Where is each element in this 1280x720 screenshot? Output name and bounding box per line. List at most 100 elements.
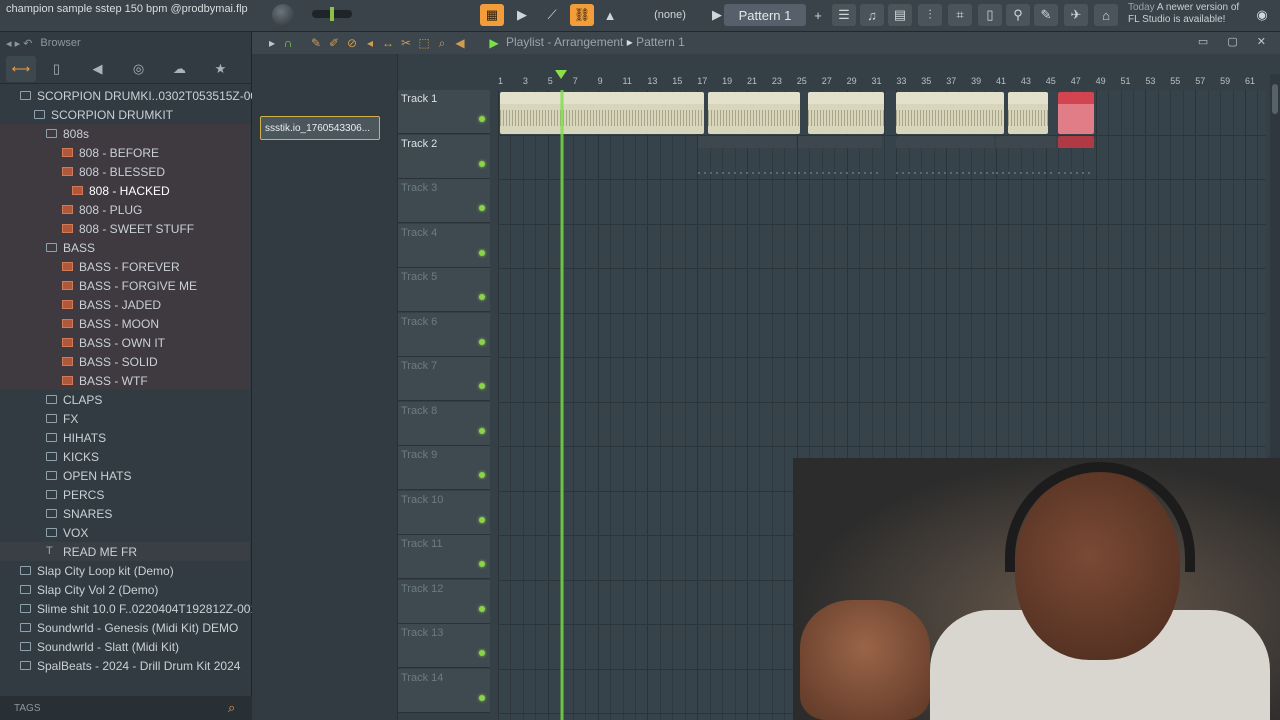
audio-clip[interactable]: ssstik_3306589 — [808, 92, 884, 134]
audio-clip[interactable]: ssstik.io_543306589 — [896, 92, 1004, 134]
track-mute-led-icon[interactable] — [479, 116, 485, 122]
audio-clip[interactable]: ss..589 — [1008, 92, 1048, 134]
master-pitch-slider[interactable] — [312, 7, 352, 21]
track-mute-led-icon[interactable] — [479, 338, 485, 345]
browser-item[interactable]: HIHATS — [0, 428, 250, 447]
play-button-icon[interactable]: ▶ — [510, 4, 534, 26]
playhead[interactable] — [560, 90, 564, 720]
piano-roll-icon[interactable]: ♫ — [860, 4, 884, 26]
channel-rack-icon[interactable]: ▤ — [888, 4, 912, 26]
track-header[interactable]: Track 8 — [398, 401, 490, 446]
update-notice[interactable]: Today A newer version of FL Studio is av… — [1128, 2, 1246, 26]
search-icon[interactable]: ⌕ — [228, 700, 244, 716]
mute-tool-icon[interactable]: ◂ — [362, 35, 378, 51]
plugins-tab-icon[interactable]: ◎ — [118, 56, 159, 82]
browser-item[interactable]: Soundwrld - Genesis (Midi Kit) DEMO — [0, 618, 250, 637]
browser-item[interactable]: BASS - WTF — [0, 371, 250, 390]
track-header[interactable]: Track 3 — [398, 179, 490, 223]
timeline-ruler[interactable]: 1 3 5 7 9 11 13 15 17 19 21 23 25 27 29 31 33 35 37 39 41 43 4… — [498, 76, 1268, 90]
pattern-clip[interactable]: Pattern 1 — [896, 136, 994, 178]
pattern-clip-selected[interactable]: Pa..1 — [1058, 136, 1094, 178]
browser-item[interactable]: 808 - HACKED — [0, 181, 250, 200]
track-mute-led-icon[interactable] — [479, 650, 485, 656]
link-icon[interactable]: ⛓ — [570, 4, 594, 26]
arrangement-play-icon[interactable]: ▶ — [486, 35, 502, 51]
browser-item[interactable]: BASS - SOLID — [0, 352, 250, 371]
browser-item[interactable]: SCORPION DRUMKIT — [0, 105, 250, 124]
audio-clip[interactable]: ssstik.io_1760543306589 — [500, 92, 704, 134]
browser-item[interactable]: Soundwrld - Slatt (Midi Kit) — [0, 637, 250, 656]
window-controls[interactable]: ▭ ▢ ✕ — [1198, 35, 1274, 48]
playhead-marker[interactable] — [555, 70, 567, 79]
browser-item[interactable]: 808 - SWEET STUFF — [0, 219, 250, 238]
add-pattern-icon[interactable]: + — [806, 4, 830, 26]
track-header[interactable]: Track 4 — [398, 223, 490, 268]
playlist-pattern-crumb[interactable]: Pattern 1 — [636, 35, 685, 49]
track-header[interactable]: Track 14 — [398, 668, 490, 713]
plugin-icon[interactable]: ⌗ — [948, 4, 972, 26]
browser-item[interactable]: BASS — [0, 238, 250, 257]
sounds-tab-icon[interactable]: ◀ — [77, 56, 118, 82]
track-header[interactable]: Track 9 — [398, 446, 490, 490]
fl-logo-icon[interactable]: ◉ — [1250, 4, 1274, 26]
browser-item[interactable]: Slap City Vol 2 (Demo) — [0, 580, 250, 599]
tools-icon[interactable]: ✎ — [1034, 4, 1058, 26]
tempo-icon[interactable]: ✈ — [1064, 4, 1088, 26]
shop-icon[interactable]: ⌂ — [1094, 4, 1118, 26]
audio-clip[interactable]: ssstik.io_543306589 — [708, 92, 800, 134]
browser-item[interactable]: Slime shit 10.0 F..0220404T192812Z-001 — [0, 599, 257, 618]
track-header[interactable]: Track 11 — [398, 535, 490, 579]
slip-tool-icon[interactable]: ↔ — [380, 35, 396, 51]
track-header[interactable]: Track 10 — [398, 490, 490, 535]
browser-item[interactable]: T READ ME FR — [0, 542, 250, 561]
track-header[interactable]: Track 5 — [398, 268, 490, 312]
track-header[interactable]: Track 2 — [398, 134, 490, 179]
track-mute-led-icon[interactable] — [479, 605, 485, 612]
audio-clip-selected[interactable]: ss..89 — [1058, 92, 1094, 134]
track-mute-led-icon[interactable] — [479, 472, 485, 478]
picker-clip[interactable]: ssstik.io_1760543306... — [260, 116, 380, 140]
browser-item[interactable]: FX — [0, 409, 250, 428]
favorites-tab-icon[interactable]: ★ — [200, 56, 241, 82]
browser-item[interactable]: BASS - OWN IT — [0, 333, 250, 352]
track-mute-led-icon[interactable] — [479, 561, 485, 567]
browser-item[interactable]: SNARES — [0, 504, 250, 523]
project-tab-icon[interactable]: ▯ — [36, 56, 77, 82]
playlist-menu-icon[interactable]: ▸ — [264, 35, 280, 51]
select-tool-icon[interactable]: ⬚ — [416, 35, 432, 51]
plugin-picker-icon[interactable]: ⚲ — [1006, 4, 1030, 26]
browser-item[interactable]: Slap City Loop kit (Demo) — [0, 561, 250, 580]
track-mute-led-icon[interactable] — [479, 427, 485, 434]
track-mute-led-icon[interactable] — [479, 694, 485, 701]
track-mute-led-icon[interactable] — [479, 294, 485, 300]
track-header[interactable]: Track 6 — [398, 312, 490, 357]
time-selector-bar[interactable] — [408, 54, 1258, 76]
tags-label[interactable]: TAGS — [14, 703, 40, 714]
browser-item[interactable]: 808 - PLUG — [0, 200, 250, 219]
browser-item[interactable]: BASS - FORGIVE ME — [0, 276, 250, 295]
browser-item[interactable]: 808 - BEFORE — [0, 143, 250, 162]
track-mute-led-icon[interactable] — [479, 516, 485, 523]
browser-item[interactable]: BASS - MOON — [0, 314, 250, 333]
paint-tool-icon[interactable]: ✐ — [326, 35, 342, 51]
pattern-song-toggle-icon[interactable]: ▦ — [480, 4, 504, 26]
track-mute-led-icon[interactable] — [479, 249, 485, 256]
pattern-clip[interactable]: Pattern 1 — [698, 136, 796, 178]
browser-item[interactable]: BASS - FOREVER — [0, 257, 250, 276]
all-tab-icon[interactable]: ⟷ — [6, 55, 36, 82]
track-header[interactable]: Track 1 — [398, 90, 490, 134]
master-volume-knob[interactable] — [272, 4, 294, 26]
browser-item[interactable]: PERCS — [0, 485, 250, 504]
pattern-clip[interactable]: Pattern 1 — [798, 136, 882, 178]
track-header[interactable]: Track 13 — [398, 624, 490, 668]
track-header[interactable]: Track 12 — [398, 579, 490, 624]
mixer-icon[interactable]: ⫶ — [918, 4, 942, 26]
pattern-selector[interactable]: Pattern 1 — [724, 4, 806, 26]
playback-tool-icon[interactable]: ◀ — [452, 35, 468, 51]
browser-arrows-icon[interactable]: ◂ ▸ ↶ — [6, 37, 32, 50]
track-mute-led-icon[interactable] — [479, 383, 485, 389]
browser-item[interactable]: 808s — [0, 124, 250, 143]
track-mute-led-icon[interactable] — [479, 160, 485, 167]
browser-item[interactable]: KICKS — [0, 447, 250, 466]
playlist-icon[interactable]: ☰ — [832, 4, 856, 26]
